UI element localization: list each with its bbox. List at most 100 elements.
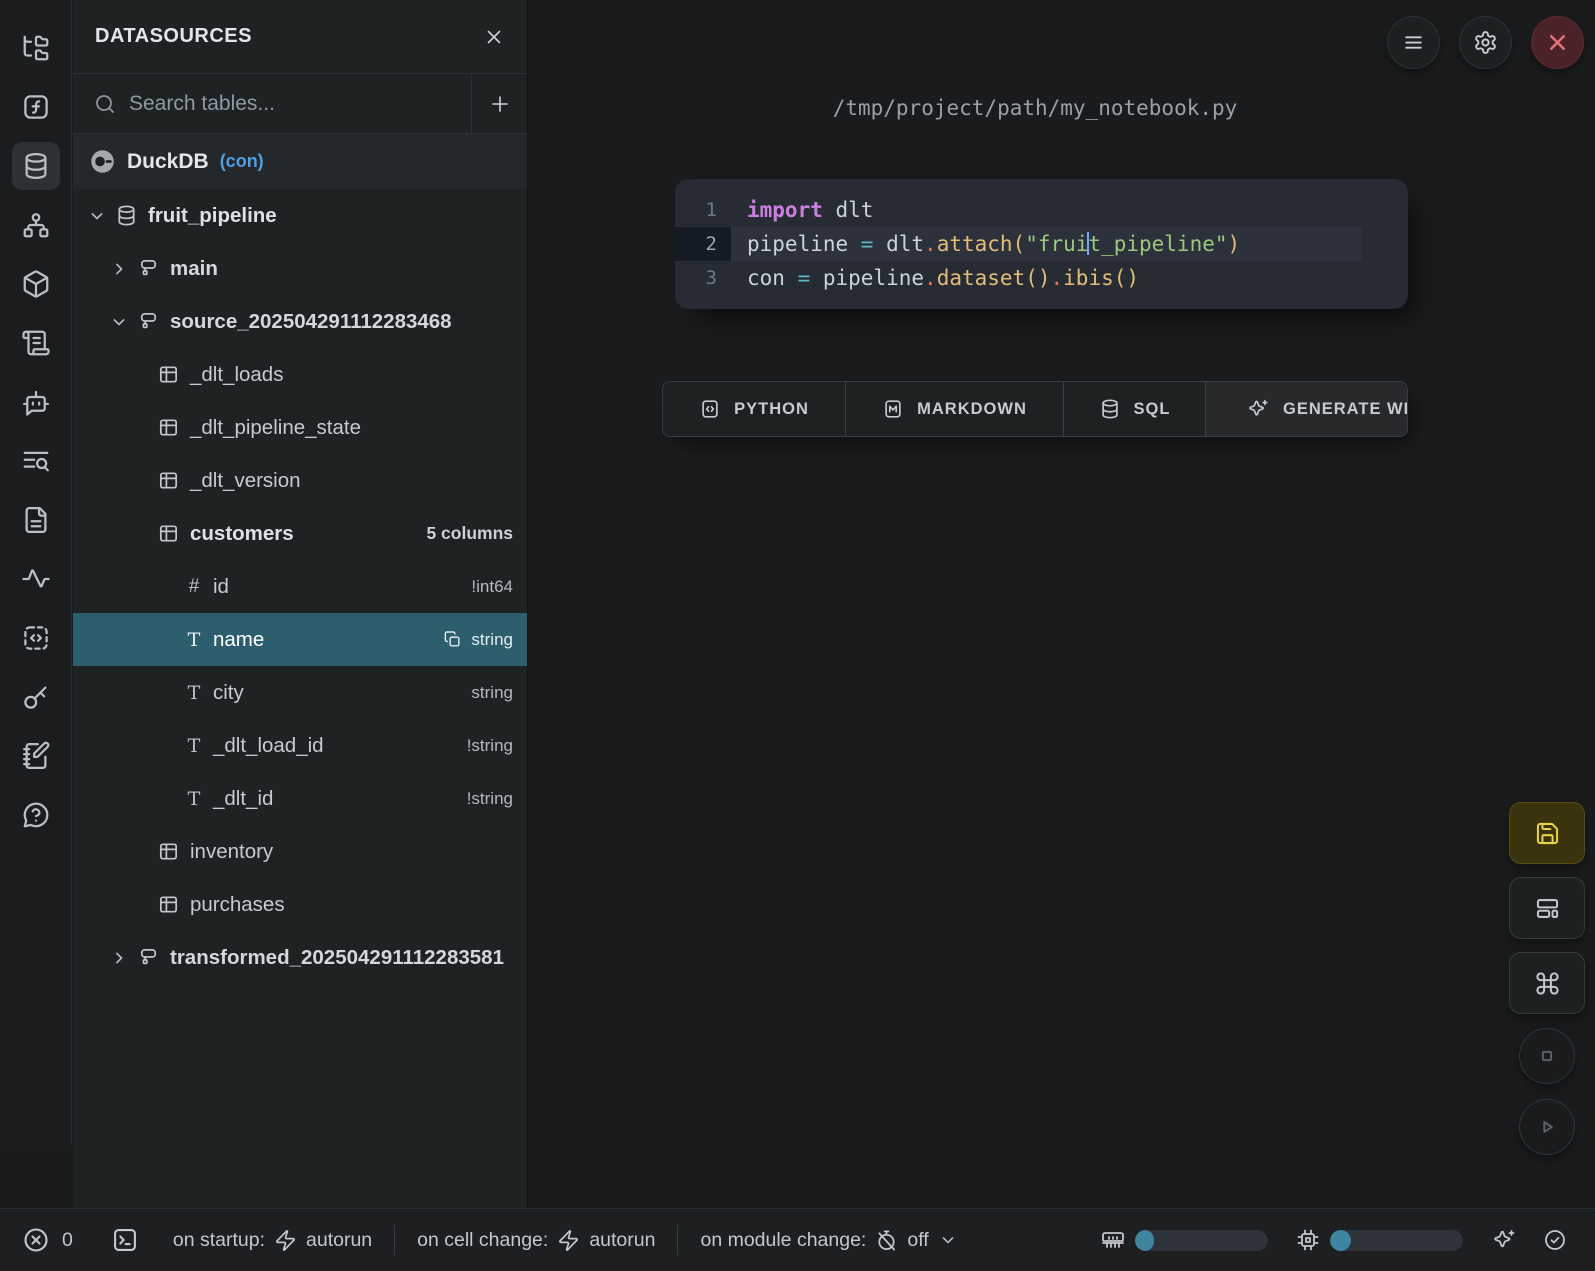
save-button[interactable] bbox=[1509, 802, 1585, 864]
add-markdown-cell-button[interactable]: MARKDOWN bbox=[846, 382, 1064, 436]
tree-label: transformed_202504291112283581 bbox=[170, 946, 504, 970]
ram-usage-meter bbox=[1135, 1230, 1268, 1251]
chevron-down-icon bbox=[938, 1230, 958, 1250]
code-token: pipeline bbox=[810, 266, 924, 290]
table-icon bbox=[157, 469, 180, 492]
tree-meta: string bbox=[443, 630, 527, 650]
tree-meta: !string bbox=[467, 789, 527, 809]
segment-value: off bbox=[907, 1229, 928, 1252]
activity-activity-icon[interactable] bbox=[12, 555, 60, 603]
copy-icon[interactable] bbox=[443, 630, 462, 649]
activity-file-tree-icon[interactable] bbox=[12, 24, 60, 72]
code-square-icon bbox=[699, 398, 721, 420]
activity-log-search-icon[interactable] bbox=[12, 437, 60, 485]
activity-snippet-icon[interactable] bbox=[12, 614, 60, 662]
column-type: string bbox=[471, 630, 513, 650]
segment-value: autorun bbox=[306, 1229, 372, 1252]
activity-file-text-icon[interactable] bbox=[12, 496, 60, 544]
activity-function-icon[interactable] bbox=[12, 83, 60, 131]
stop-button[interactable] bbox=[1519, 1028, 1575, 1084]
tree-row-main[interactable]: main bbox=[73, 242, 527, 295]
code-token: dataset bbox=[937, 266, 1026, 290]
side-actions bbox=[1509, 802, 1585, 1170]
line-code: pipeline = dlt.attach("fruit_pipeline") bbox=[731, 227, 1362, 261]
button-label: MARKDOWN bbox=[917, 400, 1027, 419]
code-token: () bbox=[1025, 266, 1050, 290]
tree-label: source_202504291112283468 bbox=[170, 310, 452, 334]
code-token: ) bbox=[1228, 232, 1241, 256]
panel-title: DATASOURCES bbox=[95, 25, 252, 48]
panel-close-icon[interactable] bbox=[483, 26, 505, 48]
x-circle-icon bbox=[22, 1226, 50, 1254]
terminal-icon[interactable] bbox=[111, 1226, 139, 1254]
tree-label: _dlt_loads bbox=[190, 363, 283, 387]
chevron-right-icon bbox=[109, 948, 129, 968]
command-palette-button[interactable] bbox=[1509, 952, 1585, 1014]
sparkles-icon bbox=[1248, 398, 1270, 420]
tree-meta: string bbox=[471, 683, 527, 703]
tree-row-inventory[interactable]: inventory bbox=[73, 825, 527, 878]
connection-row-duckdb[interactable]: DuckDB (con) bbox=[73, 134, 527, 189]
setting-autorun[interactable]: on cell change:autorun bbox=[417, 1229, 655, 1252]
tree-row-source_202504291112283468[interactable]: source_202504291112283468 bbox=[73, 295, 527, 348]
activity-box-icon[interactable] bbox=[12, 260, 60, 308]
column-type: !string bbox=[467, 736, 513, 756]
generate-with-ai-button[interactable]: GENERATE WIT bbox=[1206, 382, 1407, 436]
add-datasource-button[interactable] bbox=[471, 74, 527, 133]
activity-bot-icon[interactable] bbox=[12, 378, 60, 426]
topbar-buttons bbox=[1387, 16, 1584, 69]
layout-button[interactable] bbox=[1509, 877, 1585, 939]
cpu-usage-meter bbox=[1330, 1230, 1463, 1251]
tree-label: _dlt_id bbox=[213, 787, 273, 811]
activity-scroll-icon[interactable] bbox=[12, 319, 60, 367]
activity-database-icon[interactable] bbox=[12, 142, 60, 190]
error-indicator[interactable]: 0 bbox=[22, 1226, 73, 1254]
code-line-3: 3con = pipeline.dataset().ibis() bbox=[675, 261, 1408, 295]
tree-row-city[interactable]: Tcitystring bbox=[73, 666, 527, 719]
code-token: t_pipeline" bbox=[1088, 232, 1227, 256]
line-number: 1 bbox=[675, 193, 731, 227]
notebook-main: /tmp/project/path/my_notebook.py 1import… bbox=[662, 0, 1408, 437]
activity-network-icon[interactable] bbox=[12, 201, 60, 249]
code-cell[interactable]: 1import dlt2pipeline = dlt.attach("fruit… bbox=[675, 179, 1408, 309]
button-label: SQL bbox=[1134, 400, 1171, 419]
activity-bar bbox=[0, 0, 72, 1145]
int-type-icon: # bbox=[183, 576, 205, 598]
connection-variable: (con) bbox=[220, 151, 264, 172]
code-token: = bbox=[798, 266, 811, 290]
activity-notebook-pen-icon[interactable] bbox=[12, 732, 60, 780]
tree-meta: 5 columns bbox=[426, 523, 527, 544]
tree-row-id[interactable]: #id!int64 bbox=[73, 560, 527, 613]
add-sql-cell-button[interactable]: SQL bbox=[1064, 382, 1206, 436]
settings-button[interactable] bbox=[1459, 16, 1512, 69]
line-code: con = pipeline.dataset().ibis() bbox=[731, 261, 1362, 295]
activity-key-icon[interactable] bbox=[12, 673, 60, 721]
tree-row-_dlt_version[interactable]: _dlt_version bbox=[73, 454, 527, 507]
tree-row-name[interactable]: Tnamestring bbox=[73, 613, 527, 666]
close-app-button[interactable] bbox=[1531, 16, 1584, 69]
add-python-cell-button[interactable]: PYTHON bbox=[663, 382, 846, 436]
check-circle-icon[interactable] bbox=[1543, 1228, 1567, 1252]
code-token: = bbox=[861, 232, 874, 256]
tree-row-_dlt_loads[interactable]: _dlt_loads bbox=[73, 348, 527, 401]
column-type: string bbox=[471, 683, 513, 703]
tree-row-transformed_202504291112283581[interactable]: transformed_202504291112283581 bbox=[73, 931, 527, 984]
code-token: ibis bbox=[1063, 266, 1114, 290]
activity-help-icon[interactable] bbox=[12, 791, 60, 839]
tree-row-_dlt_pipeline_state[interactable]: _dlt_pipeline_state bbox=[73, 401, 527, 454]
tree-row-customers[interactable]: customers5 columns bbox=[73, 507, 527, 560]
run-button[interactable] bbox=[1519, 1099, 1575, 1155]
code-token: ( bbox=[1013, 232, 1026, 256]
search-icon bbox=[93, 92, 117, 116]
tree-row-fruit_pipeline[interactable]: fruit_pipeline bbox=[73, 189, 527, 242]
setting-off[interactable]: on module change:off bbox=[700, 1229, 957, 1252]
tree-label: _dlt_version bbox=[190, 469, 301, 493]
setting-autorun[interactable]: on startup:autorun bbox=[173, 1229, 372, 1252]
tree-row-_dlt_load_id[interactable]: T_dlt_load_id!string bbox=[73, 719, 527, 772]
search-tables-input[interactable] bbox=[117, 92, 471, 116]
sparkles-icon[interactable] bbox=[1493, 1228, 1517, 1252]
timer-off-icon bbox=[875, 1229, 898, 1252]
zap-icon bbox=[274, 1229, 297, 1252]
tree-row-purchases[interactable]: purchases bbox=[73, 878, 527, 931]
tree-row-_dlt_id[interactable]: T_dlt_id!string bbox=[73, 772, 527, 825]
